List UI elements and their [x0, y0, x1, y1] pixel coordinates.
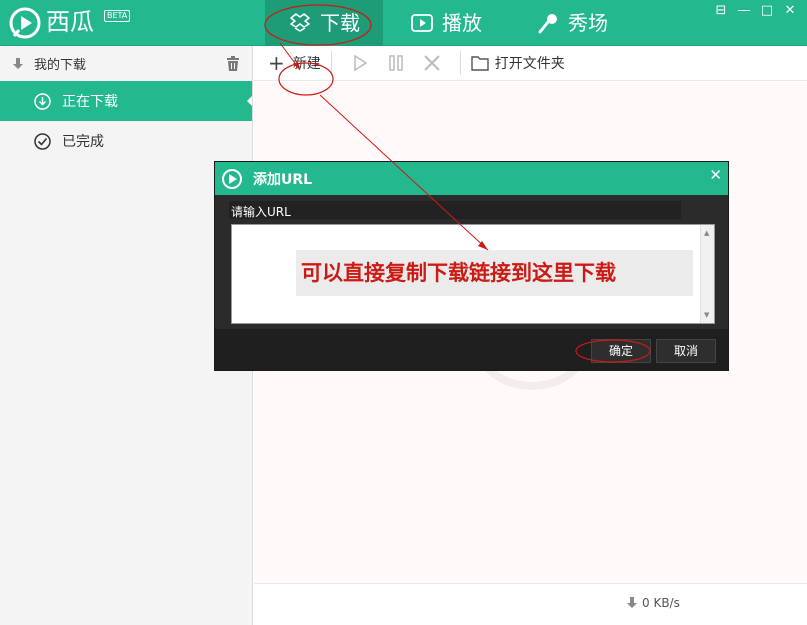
dialog-title: 添加URL — [253, 171, 313, 188]
toolbar: + 新建 打开文件夹 — [254, 46, 807, 81]
cancel-button[interactable]: 取消 — [656, 339, 716, 363]
prompt-bar — [229, 201, 681, 219]
beta-badge: BETA — [104, 10, 131, 22]
tab-download-label: 下载 — [320, 11, 360, 35]
new-button[interactable]: + 新建 — [268, 53, 321, 73]
start-icon[interactable] — [350, 53, 370, 73]
ok-button[interactable]: 确定 — [591, 339, 651, 363]
tab-download[interactable]: 下载 — [265, 0, 383, 46]
open-folder-button[interactable]: 打开文件夹 — [471, 53, 565, 73]
divider — [459, 51, 461, 75]
sidebar-header: 我的下载 — [0, 46, 252, 81]
scroll-down-icon[interactable]: ▼ — [704, 311, 709, 319]
maximize-icon[interactable]: □ — [760, 4, 774, 18]
trash-icon[interactable] — [226, 56, 240, 71]
annotation-text: 可以直接复制下载链接到这里下载 — [296, 250, 693, 296]
sidebar-item-downloading[interactable]: 正在下载 — [0, 81, 252, 121]
tab-show[interactable]: 秀场 — [536, 0, 608, 46]
box-icon — [290, 13, 310, 32]
download-arrow-icon — [627, 597, 637, 608]
delete-icon[interactable] — [422, 53, 442, 73]
divider — [330, 51, 332, 75]
tab-play[interactable]: 播放 — [410, 0, 482, 46]
close-icon[interactable]: ✕ — [783, 4, 797, 18]
sidebar-item-label: 已完成 — [62, 134, 104, 150]
download-circle-icon — [34, 92, 51, 110]
dialog-title-bar: 添加URL ✕ — [215, 162, 728, 195]
tab-show-label: 秀场 — [568, 11, 608, 35]
scroll-up-icon[interactable]: ▲ — [704, 229, 709, 237]
window-controls: ⊟ — □ ✕ — [714, 4, 797, 18]
url-prompt: 请输入URL — [231, 205, 291, 219]
dialog-close-icon[interactable]: ✕ — [709, 166, 722, 184]
title-bar: 西瓜 BETA 下载 播放 秀场 ⊟ — □ ✕ — [0, 0, 807, 46]
play-screen-icon — [411, 14, 433, 32]
app-logo-icon — [9, 7, 41, 39]
open-folder-label: 打开文件夹 — [494, 56, 565, 72]
app-name: 西瓜 — [46, 8, 94, 36]
new-button-label: 新建 — [292, 56, 321, 72]
folder-icon — [471, 56, 489, 71]
dialog-footer: 确定 取消 — [215, 329, 728, 370]
tab-play-label: 播放 — [442, 11, 482, 35]
check-circle-icon — [34, 132, 51, 150]
download-speed-value: 0 KB/s — [642, 596, 680, 610]
app-logo-icon — [222, 168, 242, 189]
microphone-icon — [538, 14, 557, 34]
sidebar-header-label: 我的下载 — [34, 58, 87, 73]
scrollbar[interactable]: ▲ ▼ — [700, 225, 714, 323]
minimize-icon[interactable]: — — [737, 4, 751, 18]
pause-icon[interactable] — [386, 53, 406, 73]
menu-icon[interactable]: ⊟ — [714, 4, 728, 18]
sidebar-item-label: 正在下载 — [62, 94, 118, 110]
sidebar-item-completed[interactable]: 已完成 — [0, 121, 252, 161]
download-arrow-icon — [13, 57, 23, 69]
status-bar: 0 KB/s — [254, 583, 807, 625]
download-speed: 0 KB/s — [626, 596, 680, 610]
plus-icon: + — [268, 51, 285, 75]
